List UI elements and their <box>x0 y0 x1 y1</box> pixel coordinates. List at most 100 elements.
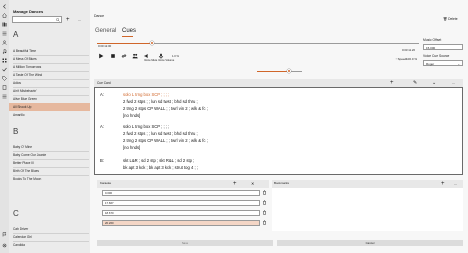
voice-volume-label: Voice Volume <box>158 59 175 62</box>
song-list-item[interactable]: A Million Tomorrows <box>13 63 89 71</box>
remaining-time: 0:03:11.20 <box>402 48 416 52</box>
tag-icon[interactable] <box>2 76 7 81</box>
cue-line: 2 trng 2 stps CP WALL ; ; twrl vin 2 ; w… <box>123 106 208 111</box>
back-icon[interactable] <box>2 4 7 9</box>
person-icon[interactable] <box>2 40 7 45</box>
trash-icon[interactable] <box>262 190 267 195</box>
tab-general[interactable]: General <box>95 28 116 34</box>
search-icon[interactable] <box>56 18 60 22</box>
bookmarks-title: Bookmarks <box>274 181 290 185</box>
karaoke-time-field[interactable]: 0.000 <box>102 190 260 196</box>
grid-icon[interactable] <box>2 58 7 63</box>
song-list-item[interactable]: A Mess Of Blues <box>13 55 89 63</box>
song-list-item[interactable]: Baby Come Our Joanie <box>13 151 89 159</box>
group-header-a: A <box>13 30 19 39</box>
settings-icon[interactable] <box>2 243 7 248</box>
song-list-item[interactable]: Books To The Moon <box>13 175 89 183</box>
song-list-item[interactable]: Amarillo <box>13 111 89 119</box>
voice-cue-source-select[interactable]: Roger ⌄ <box>423 60 463 66</box>
voice-cue-source-label: Voice Cue Source <box>423 54 450 58</box>
trash-icon[interactable] <box>262 220 267 225</box>
music-note-icon[interactable] <box>2 49 7 54</box>
karaoke-time-field[interactable]: 18.670 <box>102 210 260 216</box>
dance-label: Dance <box>94 14 105 18</box>
stop-icon[interactable] <box>110 53 116 59</box>
karaoke-header <box>97 180 269 188</box>
cue-section-label: A: <box>100 124 104 129</box>
song-list-item[interactable]: Candida <box>13 241 89 249</box>
play-icon[interactable] <box>98 53 104 59</box>
library-icon[interactable] <box>2 22 7 27</box>
cue-line: 2 fwd 2 stps ; ; lun sd twst ; bhd sd th… <box>123 131 198 136</box>
app-title: Manage Dances <box>13 9 44 14</box>
song-list-item[interactable]: Calendar Girl <box>13 233 89 241</box>
cue-line: 2 fwd 2 stps ; ; lun sd twst ; bhd sd th… <box>123 99 198 104</box>
search-input[interactable] <box>12 16 62 23</box>
repeat-icon[interactable] <box>121 53 127 59</box>
flag-icon[interactable] <box>2 232 7 237</box>
song-list-item[interactable]: Alive Blue Green <box>13 95 89 103</box>
cue-section-label: B: <box>100 158 104 163</box>
hamburger-icon[interactable] <box>2 94 7 99</box>
add-bookmark-button[interactable]: + <box>441 181 446 187</box>
voice-mute-label: Voice Mute <box>144 59 158 62</box>
song-list-item[interactable]: Birth Of The Blues <box>13 167 89 175</box>
karaoke-time-field[interactable]: 17.667 <box>102 200 260 206</box>
trash-icon[interactable] <box>262 210 267 215</box>
cue-line: solo L trng box SCP ; ; ; ; <box>123 124 170 129</box>
trash-icon: 🗑 <box>443 17 448 21</box>
song-list-item[interactable]: Better Place Ill <box>13 159 89 167</box>
bookmarks-list[interactable] <box>272 188 463 231</box>
elapsed-time: 0:00:12.00 <box>98 44 112 48</box>
add-dance-button[interactable]: + <box>66 17 71 23</box>
add-karaoke-button[interactable]: + <box>233 181 238 187</box>
active-tab-indicator <box>122 36 133 37</box>
song-list-item[interactable]: Ain't Misbehavin' <box>13 87 89 95</box>
cue-section-label: A: <box>100 92 104 97</box>
cue-line-current: solo L trng box SCP ; ; ; ; <box>123 92 170 97</box>
song-list-item[interactable]: Cab Driver <box>13 225 89 233</box>
cancel-button[interactable]: Cancel <box>277 240 463 246</box>
more-button[interactable]: ... <box>78 17 83 22</box>
bookmarks-header <box>272 180 463 188</box>
tab-cues[interactable]: Cues <box>122 28 136 34</box>
cue-line: skt L&R ; sd 2 stp ; skt R&L ; sd 2 stp … <box>123 158 195 163</box>
speed-value: 100.0 % <box>406 57 418 61</box>
speed-label: ◔ Speed <box>395 57 407 61</box>
speed-icon: ◔ <box>395 57 397 61</box>
song-list-item[interactable]: A Beautiful Time <box>13 47 89 55</box>
voice-volume-value: 1.0 % <box>172 55 179 58</box>
document-icon[interactable] <box>2 85 7 90</box>
group-header-b: B <box>13 127 19 136</box>
karaoke-time-field-selected[interactable]: 20.260 <box>102 220 260 226</box>
cue-card-header <box>94 79 463 87</box>
check-icon[interactable] <box>2 67 7 72</box>
cue-card-title: Cue Card <box>97 81 111 85</box>
karaoke-title: Karaoke <box>100 181 112 185</box>
song-list-item-selected[interactable]: All Shook Up <box>9 103 90 111</box>
music-offset-field[interactable]: 15,000 <box>423 44 463 50</box>
cue-line: bk apt 3 kck ; bk apt 3 kck ; strut tog … <box>123 165 198 170</box>
delete-button[interactable]: 🗑 Delete <box>443 17 458 21</box>
home-icon[interactable] <box>2 13 7 18</box>
song-list-item[interactable]: Baby O' Mine <box>13 143 89 151</box>
save-button[interactable]: Save <box>97 240 273 246</box>
people-icon[interactable] <box>132 53 138 59</box>
playback-position-thumb[interactable] <box>149 41 154 45</box>
group-header-c: C <box>13 209 19 218</box>
song-list-item[interactable]: Adios <box>13 79 89 87</box>
song-list-item[interactable]: A Taste Of The Wind <box>13 71 89 79</box>
edit-icon[interactable]: ✎ <box>413 80 419 86</box>
close-icon[interactable]: ✕ <box>251 181 256 186</box>
cue-card-text[interactable]: A: solo L trng box SCP ; ; ; ; 2 fwd 2 s… <box>94 87 463 175</box>
trash-icon[interactable] <box>262 200 267 205</box>
add-cue-icon[interactable]: + <box>390 80 396 86</box>
cue-line: [no hnds] <box>123 113 141 118</box>
list-icon[interactable] <box>2 31 7 36</box>
chevron-down-icon[interactable]: ⌄ <box>432 80 438 86</box>
more-icon[interactable]: ... <box>452 80 458 86</box>
more-icon[interactable]: ... <box>454 181 459 186</box>
navigation-rail <box>0 0 9 253</box>
voice-volume-fill <box>257 71 290 72</box>
delete-label: Delete <box>448 17 458 21</box>
